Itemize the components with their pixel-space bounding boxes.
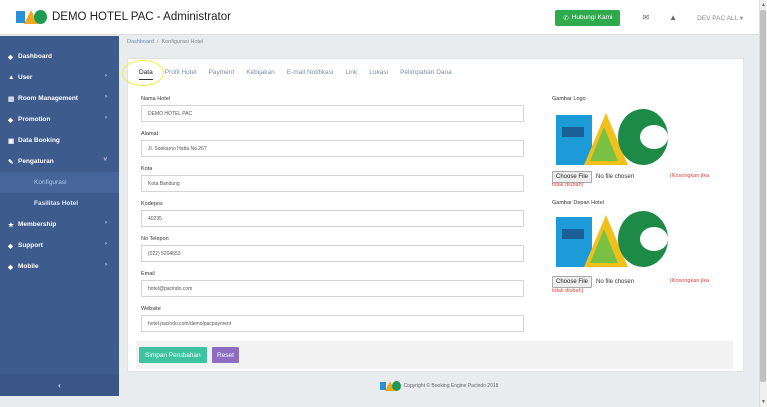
telepon-label: No Telepon — [141, 236, 169, 242]
chevron-down-icon: ˅ — [103, 157, 107, 163]
pac-logo — [379, 381, 401, 391]
no-file-text: No file chosen — [596, 174, 635, 180]
reset-button[interactable]: Reset — [212, 347, 239, 363]
sidebar-item-label: Membership — [18, 221, 57, 228]
hotel-logo-image — [556, 107, 668, 169]
logo-hint-cont: tidak diubah) — [552, 182, 584, 188]
user-menu[interactable]: DEV PAC ALL ▾ — [697, 14, 743, 22]
sidebar-item-label: Support — [18, 242, 43, 249]
sidebar-item-support[interactable]: ◆ Support › — [0, 235, 119, 256]
sidebar-item-label: Dashboard — [18, 53, 52, 60]
tab-lokasi[interactable]: Lokasi — [369, 69, 388, 80]
footer: Copyright © Booking Engine Pacindo 2018 — [119, 376, 759, 396]
star-icon: ★ — [8, 221, 14, 229]
sidebar-item-membership[interactable]: ★ Membership › — [0, 214, 119, 235]
sidebar-item-pengaturan[interactable]: ✎ Pengaturan ˅ — [0, 151, 119, 172]
copyright-text: Copyright © Booking Engine Pacindo 2018 — [403, 383, 499, 389]
tag-icon: ◆ — [8, 263, 13, 271]
breadcrumb-current: Konfigurasi Hotel — [161, 39, 204, 45]
sidebar-subitem-fasilitas-hotel[interactable]: Fasilitas Hotel — [0, 193, 119, 214]
user-icon: ▲ — [8, 74, 15, 81]
mail-icon[interactable]: ✉ — [642, 13, 649, 22]
sidebar-item-promotion[interactable]: ◆ Promotion › — [0, 109, 119, 130]
kota-input[interactable]: Kota Bandung — [141, 175, 524, 192]
sidebar-item-label: Pengaturan — [18, 158, 54, 165]
sidebar-item-data-booking[interactable]: ▣ Data Booking — [0, 130, 119, 151]
sidebar-item-label: Data Booking — [18, 137, 60, 144]
tab-link[interactable]: Link — [345, 69, 357, 80]
breadcrumb: Dashboard / Konfigurasi Hotel — [127, 39, 204, 45]
telepon-input[interactable]: (022) 5204653 — [141, 245, 524, 262]
front-file-input[interactable]: Choose File No file chosen — [552, 276, 634, 288]
chevron-right-icon: › — [105, 241, 107, 247]
top-bar: DEMO HOTEL PAC - Administrator ✆ Hubungi… — [0, 0, 767, 35]
alamat-input[interactable]: Jl. Soekarno Hatta No.267 — [141, 140, 524, 157]
sidebar-item-label: Promotion — [18, 116, 51, 123]
tab-bar: Data Profil Hotel Payment Kebijakan E-ma… — [139, 69, 452, 80]
click-highlight — [122, 60, 164, 86]
chevron-right-icon: › — [105, 73, 107, 79]
no-file-text: No file chosen — [596, 279, 635, 285]
tag-icon: ◆ — [8, 116, 13, 124]
sidebar: ◈ Dashboard ▲ User › ▤ Room Management ›… — [0, 36, 119, 376]
choose-file-button[interactable]: Choose File — [552, 276, 593, 288]
app-title: DEMO HOTEL PAC - Administrator — [52, 11, 231, 23]
sidebar-item-label: Room Management — [18, 95, 78, 102]
tab-profil-hotel[interactable]: Profil Hotel — [165, 69, 197, 80]
config-card: Data Profil Hotel Payment Kebijakan E-ma… — [127, 58, 744, 372]
sidebar-item-mobile[interactable]: ◆ Mobile › — [0, 256, 119, 277]
chevron-right-icon: › — [105, 115, 107, 121]
alamat-label: Alamat — [141, 131, 159, 137]
wrench-icon: ✎ — [8, 158, 14, 166]
tag-icon: ◆ — [8, 242, 13, 250]
chevron-right-icon: › — [105, 262, 107, 268]
kota-label: Kota — [141, 166, 153, 172]
booking-icon: ▣ — [8, 137, 15, 145]
email-input[interactable]: hotel@pacindo.com — [141, 280, 524, 297]
logo-hint: (Kosongkan jika — [670, 173, 710, 179]
phone-icon: ✆ — [563, 14, 569, 22]
logo-label: Gambar Logo — [552, 96, 586, 102]
brand[interactable]: DEMO HOTEL PAC - Administrator — [0, 9, 240, 25]
nama-hotel-label: Nama Hotel — [141, 96, 171, 102]
scroll-thumb[interactable] — [760, 10, 766, 382]
front-hint: (Kosongkan jika — [670, 278, 710, 284]
website-label: Website — [141, 306, 161, 312]
chevron-right-icon: › — [105, 220, 107, 226]
sidebar-item-label: Mobile — [18, 263, 39, 270]
save-button[interactable]: Simpan Perubahan — [139, 347, 207, 363]
tab-email-notifikasi[interactable]: E-mail Notifikasi — [287, 69, 334, 80]
tab-pelimpahan-dana[interactable]: Pelimpahan Dana — [400, 69, 452, 80]
scroll-down-icon[interactable]: ▼ — [761, 399, 766, 405]
nama-hotel-input[interactable]: DEMO HOTEL PAC — [141, 105, 524, 122]
hotel-front-image — [556, 209, 668, 271]
email-label: Email — [141, 271, 155, 277]
dashboard-icon: ◈ — [8, 53, 13, 61]
website-input[interactable]: hotel.pacindo.com/demo/pacpayment — [141, 315, 524, 332]
chevron-right-icon: › — [105, 94, 107, 100]
sidebar-collapse-button[interactable]: ‹ — [0, 374, 119, 396]
sidebar-item-room-management[interactable]: ▤ Room Management › — [0, 88, 119, 109]
front-hint-cont: tidak diubah) — [552, 288, 584, 294]
scroll-up-icon[interactable]: ▲ — [761, 2, 766, 8]
contact-label: Hubungi Kami — [571, 14, 613, 21]
tab-payment[interactable]: Payment — [209, 69, 235, 80]
sidebar-subitem-konfigurasi[interactable]: Konfigurasi — [0, 172, 119, 193]
breadcrumb-home-link[interactable]: Dashboard — [127, 39, 154, 45]
scrollbar[interactable]: ▲ ▼ — [759, 0, 767, 407]
sidebar-item-label: User — [18, 74, 33, 81]
contact-button[interactable]: ✆ Hubungi Kami — [555, 9, 621, 26]
bell-icon[interactable]: ▲ — [669, 13, 677, 22]
front-image-label: Gambar Depan Hotel — [552, 200, 604, 206]
kodepos-label: Kodepos — [141, 201, 163, 207]
sidebar-item-dashboard[interactable]: ◈ Dashboard — [0, 46, 119, 67]
kodepos-input[interactable]: 40235 — [141, 210, 524, 227]
pac-logo — [16, 9, 47, 25]
room-icon: ▤ — [8, 95, 15, 103]
tab-kebijakan[interactable]: Kebijakan — [246, 69, 275, 80]
sidebar-item-user[interactable]: ▲ User › — [0, 67, 119, 88]
